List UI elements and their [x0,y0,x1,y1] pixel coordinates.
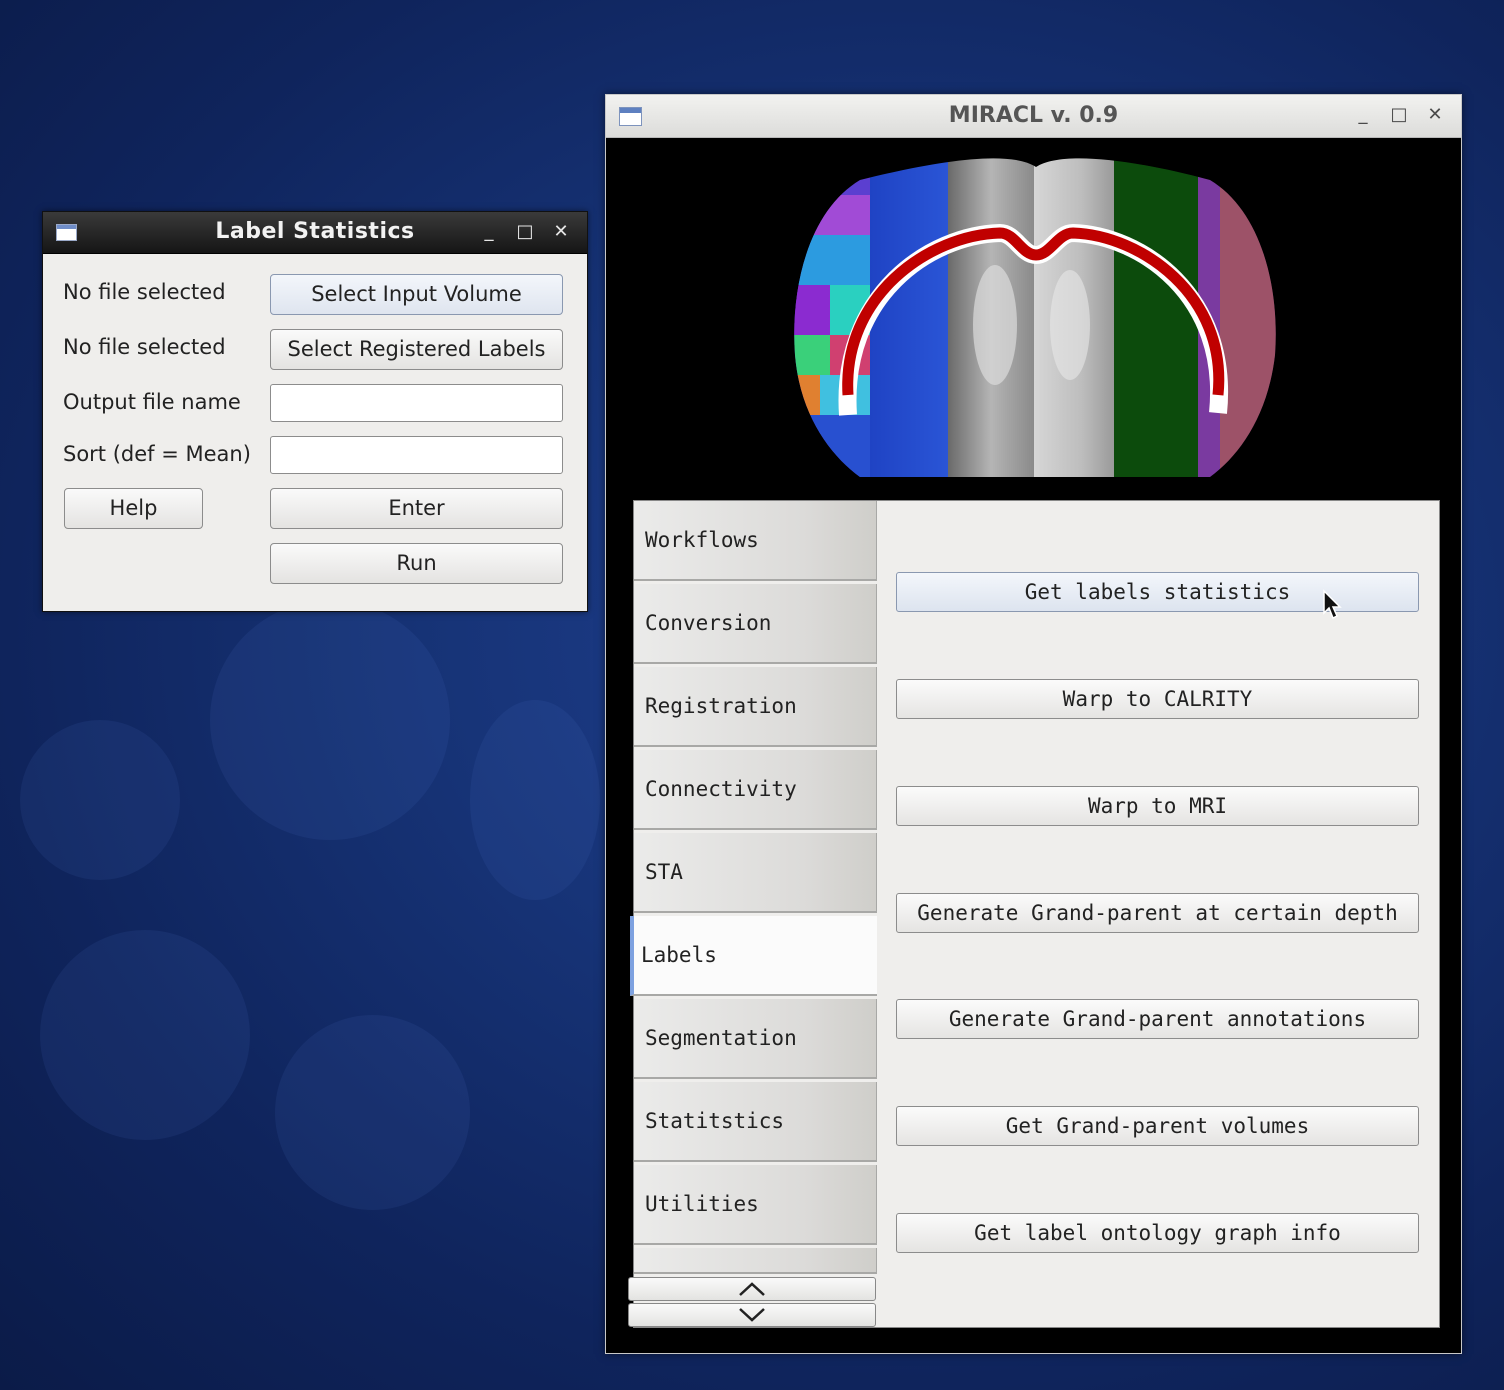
registered-labels-status: No file selected [63,335,226,359]
tab-statistics[interactable]: Statitstics [634,1082,877,1162]
tab-partial [634,1248,877,1274]
tab-connectivity[interactable]: Connectivity [634,750,877,830]
close-icon[interactable]: ✕ [1423,103,1447,127]
close-icon[interactable]: ✕ [549,220,573,244]
enter-button[interactable]: Enter [270,488,563,529]
chevron-down-icon [739,1308,765,1322]
warp-to-clarity-button[interactable]: Warp to CALRITY [896,679,1419,719]
select-input-volume-button[interactable]: Select Input Volume [270,274,563,315]
run-button[interactable]: Run [270,543,563,584]
tab-panel: Workflows Conversion Registration Connec… [628,500,1440,1328]
output-file-name-label: Output file name [63,390,241,414]
input-volume-status: No file selected [63,280,226,304]
maximize-icon[interactable]: □ [1387,103,1411,127]
get-grandparent-volumes-button[interactable]: Get Grand-parent volumes [896,1106,1419,1146]
label-statistics-window: Label Statistics _ □ ✕ No file selected … [42,211,588,612]
tab-scroll-down-button[interactable] [628,1303,876,1327]
minimize-icon[interactable]: _ [1351,103,1375,127]
tab-labels[interactable]: Labels [630,916,877,996]
tab-utilities[interactable]: Utilities [634,1165,877,1245]
output-file-name-input[interactable] [270,384,563,422]
chevron-up-icon [739,1282,765,1296]
tab-scroll-up-button[interactable] [628,1277,876,1301]
label-statistics-titlebar[interactable]: Label Statistics _ □ ✕ [43,212,587,254]
generate-grandparent-depth-button[interactable]: Generate Grand-parent at certain depth [896,893,1419,933]
tab-workflows[interactable]: Workflows [634,501,877,581]
miracl-window: MIRACL v. 0.9 _ □ ✕ Workflows Conversion… [605,94,1462,1354]
tab-segmentation[interactable]: Segmentation [634,999,877,1079]
window-title: Label Statistics [215,219,415,244]
tab-sta[interactable]: STA [634,833,877,913]
warp-to-mri-button[interactable]: Warp to MRI [896,786,1419,826]
tab-registration[interactable]: Registration [634,667,877,747]
help-button[interactable]: Help [64,488,203,529]
window-title: MIRACL v. 0.9 [948,103,1119,128]
generate-grandparent-annotations-button[interactable]: Generate Grand-parent annotations [896,999,1419,1039]
mouse-cursor-icon [1323,589,1342,620]
tab-conversion[interactable]: Conversion [634,584,877,664]
brain-atlas-logo [794,158,1276,477]
maximize-icon[interactable]: □ [513,220,537,244]
get-label-ontology-button[interactable]: Get label ontology graph info [896,1213,1419,1253]
sort-label: Sort (def = Mean) [63,442,251,466]
select-registered-labels-button[interactable]: Select Registered Labels [270,329,563,370]
minimize-icon[interactable]: _ [477,220,501,244]
sort-input[interactable] [270,436,563,474]
miracl-titlebar[interactable]: MIRACL v. 0.9 _ □ ✕ [606,95,1461,138]
